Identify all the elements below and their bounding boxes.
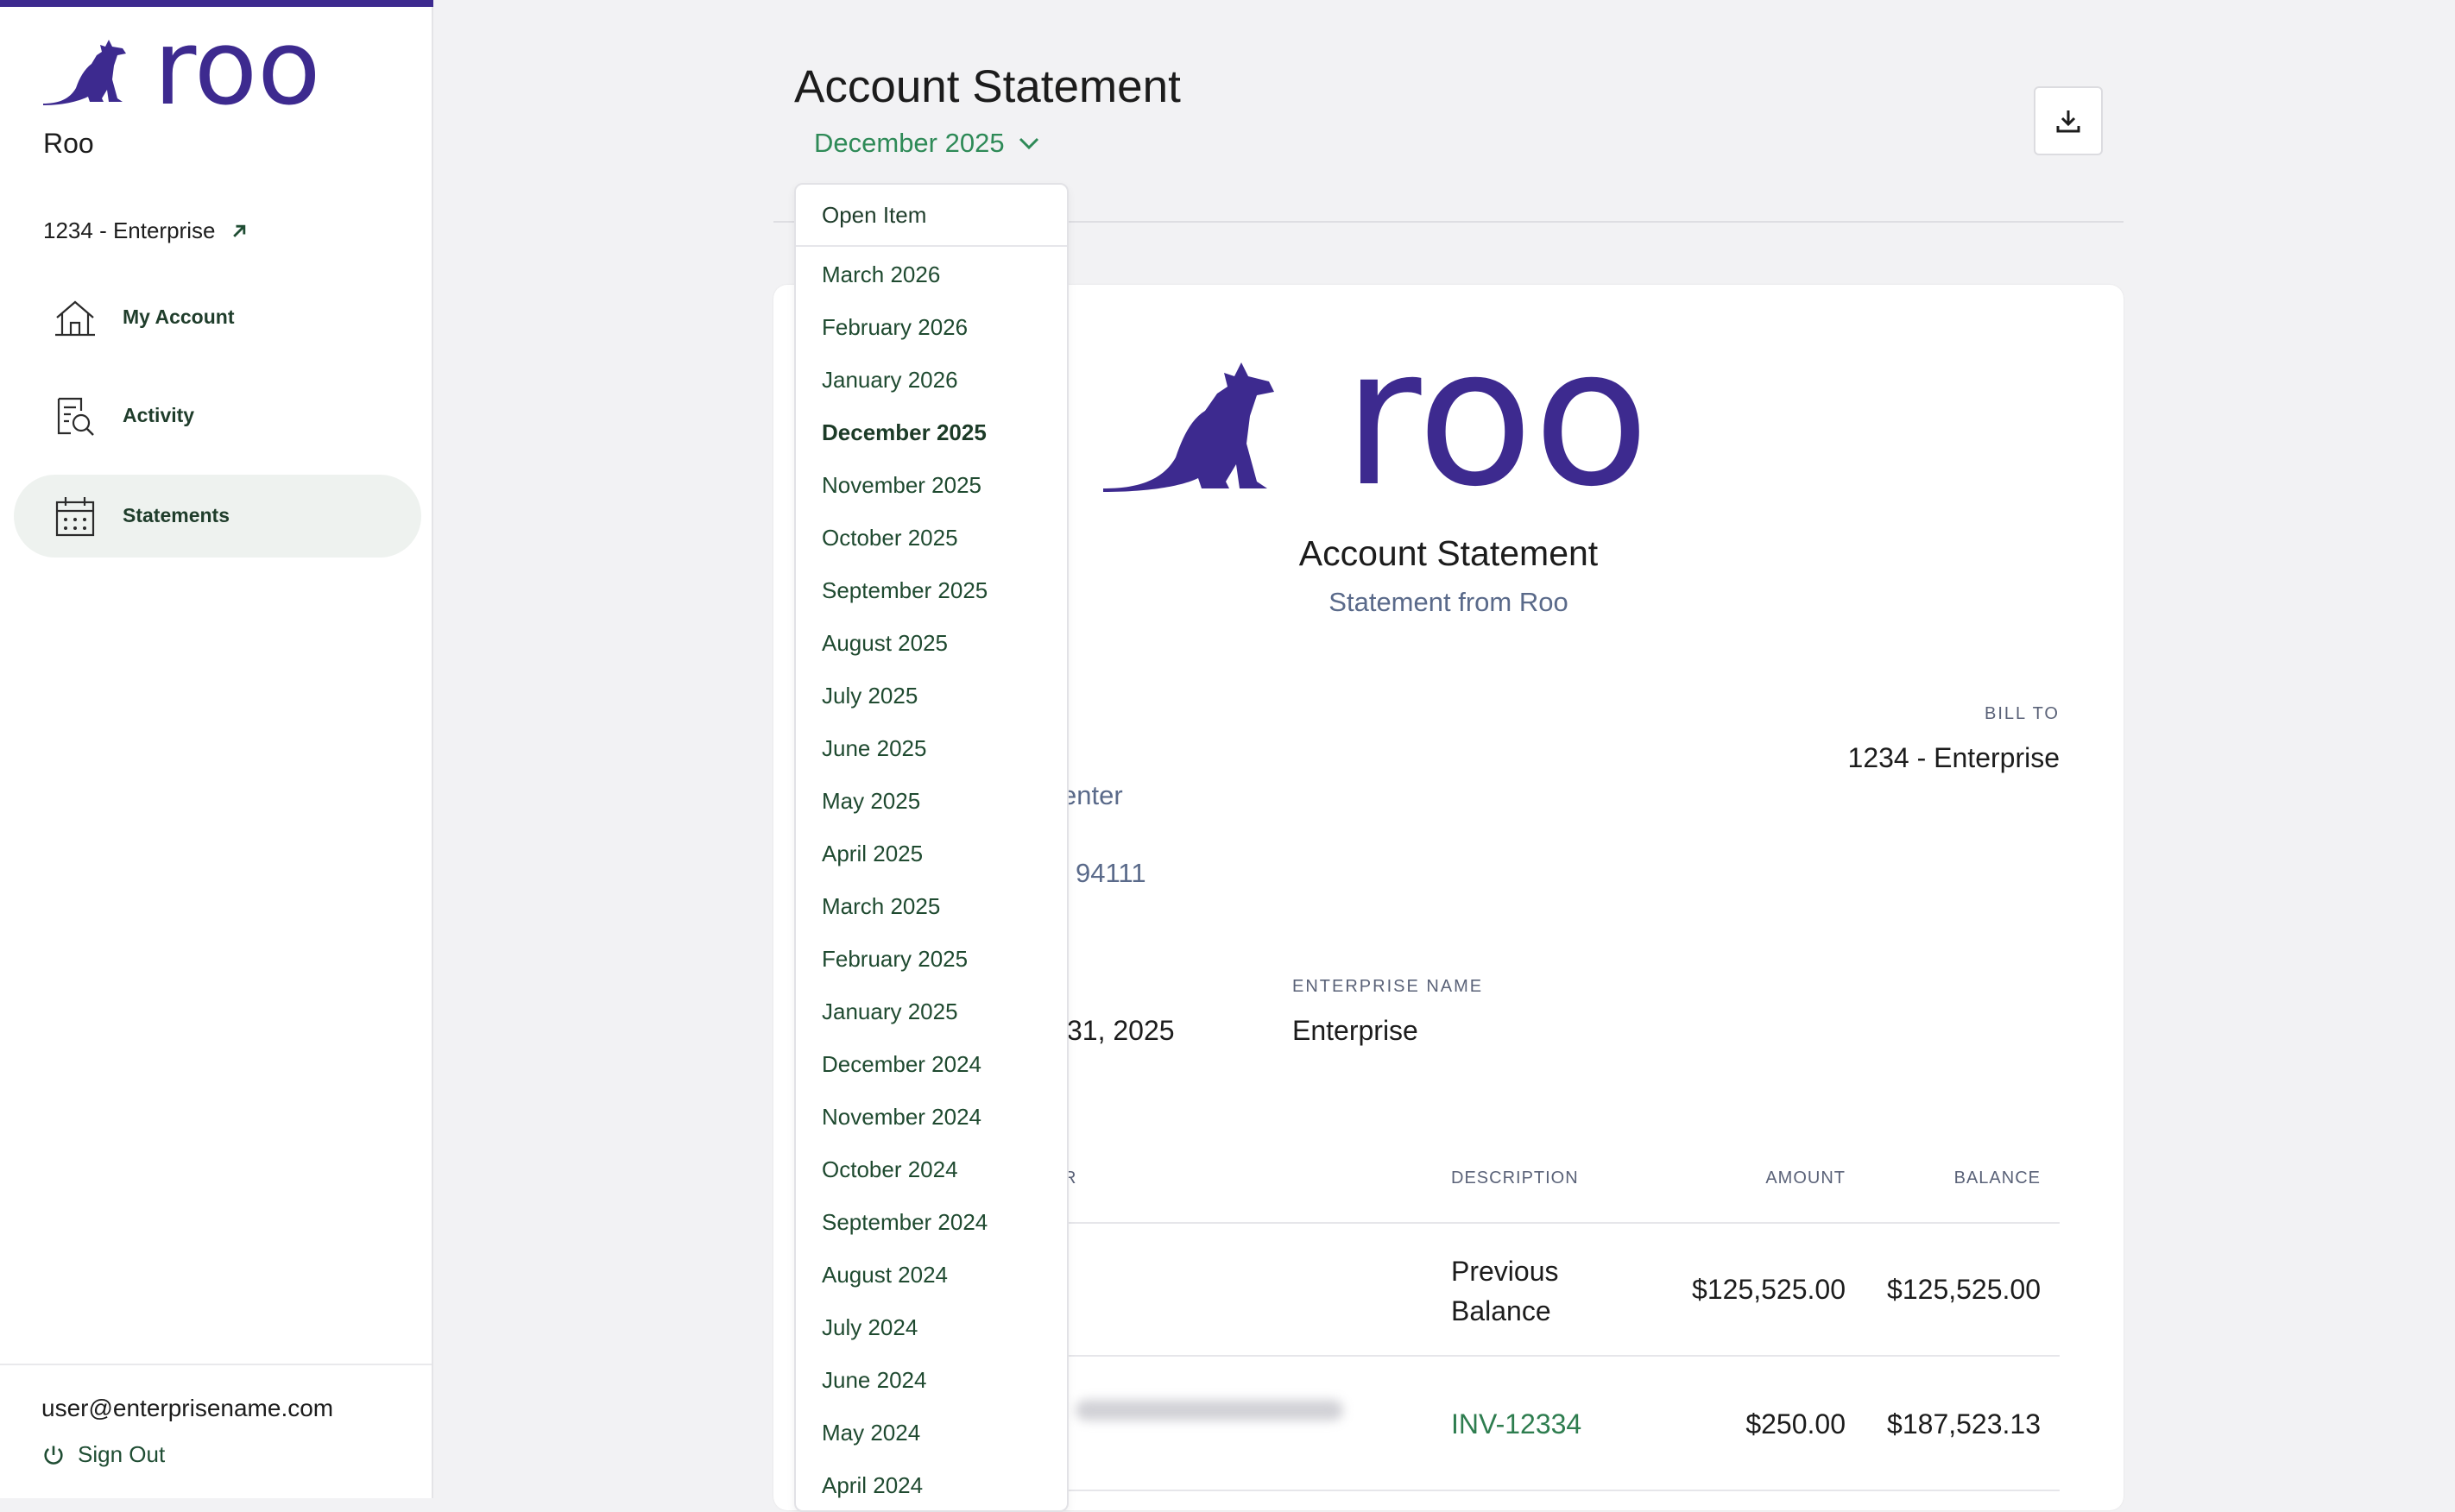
page-title: Account Statement — [794, 61, 1181, 112]
roo-logo: roo — [43, 26, 321, 112]
dropdown-options-list: March 2026 February 2026 January 2026 Decem… — [796, 247, 1067, 1510]
dropdown-option[interactable]: January 2026 — [796, 354, 1067, 406]
calendar-icon — [55, 497, 95, 537]
download-icon — [2056, 110, 2080, 133]
month-dropdown-menu: Open Item March 2026 February 2026 January… — [794, 183, 1069, 1512]
row-balance: $187,523.13 — [1887, 1408, 2041, 1440]
sidebar-item-statements[interactable]: Statements — [14, 475, 421, 558]
sign-out-button[interactable]: Sign Out — [41, 1441, 165, 1468]
table-divider — [1058, 1222, 2060, 1224]
table-divider — [1058, 1490, 2060, 1491]
statement-logo-wordmark: roo — [1343, 337, 1650, 509]
dropdown-option[interactable]: January 2025 — [796, 986, 1067, 1038]
address-postal: 94111 — [1076, 858, 1146, 888]
invoice-link[interactable]: INV-12334 — [1451, 1408, 1581, 1440]
dropdown-option[interactable]: October 2025 — [796, 512, 1067, 564]
logo-wordmark: roo — [154, 26, 321, 112]
dropdown-option[interactable]: October 2024 — [796, 1143, 1067, 1196]
document-search-icon — [57, 397, 94, 436]
row-amount: $125,525.00 — [1692, 1274, 1846, 1305]
user-email: user@enterprisename.com — [41, 1395, 334, 1421]
dropdown-option[interactable]: February 2025 — [796, 933, 1067, 986]
dropdown-option[interactable]: June 2024 — [796, 1354, 1067, 1407]
table-header-description: DESCRIPTION — [1451, 1169, 1579, 1188]
dropdown-option[interactable]: November 2024 — [796, 1091, 1067, 1143]
sidebar-item-activity[interactable]: Activity — [14, 375, 421, 457]
dropdown-open-item[interactable]: Open Item — [796, 185, 1067, 247]
dropdown-option[interactable]: July 2024 — [796, 1301, 1067, 1354]
enterprise-name-label: ENTERPRISE NAME — [1292, 977, 1484, 996]
dropdown-option[interactable]: April 2024 — [796, 1459, 1067, 1510]
sidebar-item-label: Activity — [123, 404, 195, 426]
dropdown-option[interactable]: March 2026 — [796, 249, 1067, 301]
dropdown-option[interactable]: August 2025 — [796, 617, 1067, 670]
address-line: enter — [1062, 780, 1123, 810]
dropdown-option[interactable]: September 2025 — [796, 564, 1067, 617]
row-description: Previous Balance — [1451, 1256, 1559, 1326]
dropdown-option[interactable]: August 2024 — [796, 1249, 1067, 1301]
dropdown-option[interactable]: December 2024 — [796, 1038, 1067, 1091]
dropdown-option[interactable]: November 2025 — [796, 459, 1067, 512]
row-amount: $250.00 — [1745, 1408, 1846, 1440]
download-button[interactable] — [2034, 86, 2103, 155]
external-arrow-icon — [233, 224, 246, 237]
brand-name: Roo — [43, 128, 94, 159]
dropdown-option[interactable]: July 2025 — [796, 670, 1067, 722]
dropdown-option[interactable]: June 2025 — [796, 722, 1067, 775]
account-link-label: 1234 - Enterprise — [43, 217, 216, 243]
dropdown-option[interactable]: September 2024 — [796, 1196, 1067, 1249]
account-switch-link[interactable]: 1234 - Enterprise — [43, 217, 251, 244]
dropdown-option[interactable]: May 2025 — [796, 775, 1067, 828]
redacted-text — [1076, 1400, 1343, 1421]
selected-month-label: December 2025 — [814, 128, 1005, 158]
power-icon — [44, 1446, 63, 1465]
statement-roo-logo: roo — [1103, 337, 1650, 509]
statement-period-value: 31, 2025 — [1067, 1015, 1175, 1046]
dropdown-option[interactable]: March 2025 — [796, 880, 1067, 933]
month-select-dropdown[interactable]: December 2025 — [814, 128, 1041, 159]
sign-out-label: Sign Out — [78, 1441, 166, 1467]
dropdown-option[interactable]: December 2025 — [796, 406, 1067, 459]
sidebar-item-my-account[interactable]: My Account — [14, 276, 421, 359]
sidebar-item-label: My Account — [123, 306, 235, 328]
table-divider — [1058, 1355, 2060, 1357]
sidebar: roo Roo 1234 - Enterprise My Account Act… — [0, 0, 433, 1498]
sidebar-item-label: Statements — [123, 504, 230, 526]
dropdown-option[interactable]: May 2024 — [796, 1407, 1067, 1459]
table-header-amount: AMOUNT — [1765, 1169, 1846, 1188]
sidebar-footer: user@enterprisename.com Sign Out — [0, 1364, 432, 1500]
table-header-balance: BALANCE — [1953, 1169, 2041, 1188]
enterprise-name-value: Enterprise — [1292, 1015, 1418, 1046]
bill-to-label: BILL TO — [1984, 704, 2060, 723]
sidebar-top-accent-bar — [0, 0, 433, 7]
home-icon — [55, 300, 95, 337]
bill-to-value: 1234 - Enterprise — [1847, 742, 2060, 773]
chevron-down-icon — [1019, 137, 1038, 150]
dropdown-option[interactable]: February 2026 — [796, 301, 1067, 354]
row-balance: $125,525.00 — [1887, 1274, 2041, 1305]
dropdown-option[interactable]: April 2025 — [796, 828, 1067, 880]
